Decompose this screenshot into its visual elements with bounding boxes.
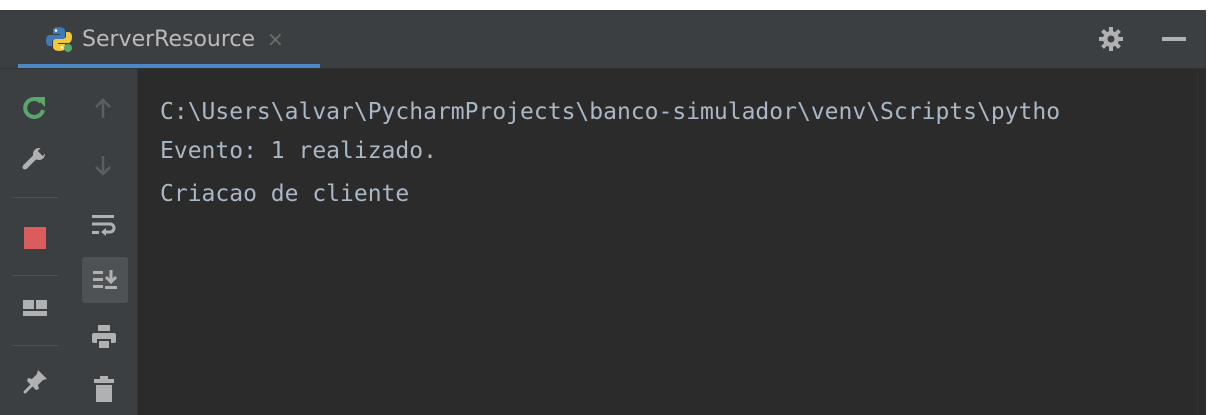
layout-icon[interactable] (22, 297, 48, 323)
run-toolbar-primary (0, 69, 70, 415)
gear-icon[interactable] (1098, 26, 1124, 52)
pin-icon[interactable] (22, 367, 50, 395)
toolbar-separator (12, 197, 58, 198)
soft-wrap-icon[interactable] (90, 211, 118, 239)
active-tab-indicator (18, 64, 320, 68)
tab-label: ServerResource (82, 26, 256, 52)
console-line: Evento: 1 realizado. (160, 138, 437, 164)
trash-icon[interactable] (91, 375, 117, 403)
tab-close-icon[interactable]: × (267, 27, 284, 51)
print-icon[interactable] (90, 323, 118, 351)
python-icon (46, 27, 72, 52)
rerun-icon[interactable] (20, 93, 50, 123)
toolbar-separator (12, 345, 58, 346)
arrow-down-icon[interactable] (90, 153, 116, 179)
wrench-icon[interactable] (20, 143, 50, 173)
console-line: Criacao de cliente (160, 181, 410, 207)
tab-bar: ServerResource × (0, 10, 1206, 69)
tab-server-resource[interactable]: ServerResource × (18, 10, 320, 68)
console-line: C:\Users\alvar\PycharmProjects\banco-sim… (160, 99, 1061, 125)
toolbar-separator (12, 275, 58, 276)
vertical-scrollbar[interactable] (1197, 69, 1206, 415)
console-output[interactable]: C:\Users\alvar\PycharmProjects\banco-sim… (138, 69, 1198, 415)
run-toolbar-secondary (70, 69, 138, 415)
scroll-to-end-icon[interactable] (82, 257, 128, 303)
run-tool-window: ServerResource × C:\Users\alvar\PycharmP… (0, 10, 1206, 415)
arrow-up-icon[interactable] (90, 95, 116, 121)
minimize-icon[interactable] (1162, 37, 1186, 41)
stop-icon[interactable] (22, 225, 48, 251)
